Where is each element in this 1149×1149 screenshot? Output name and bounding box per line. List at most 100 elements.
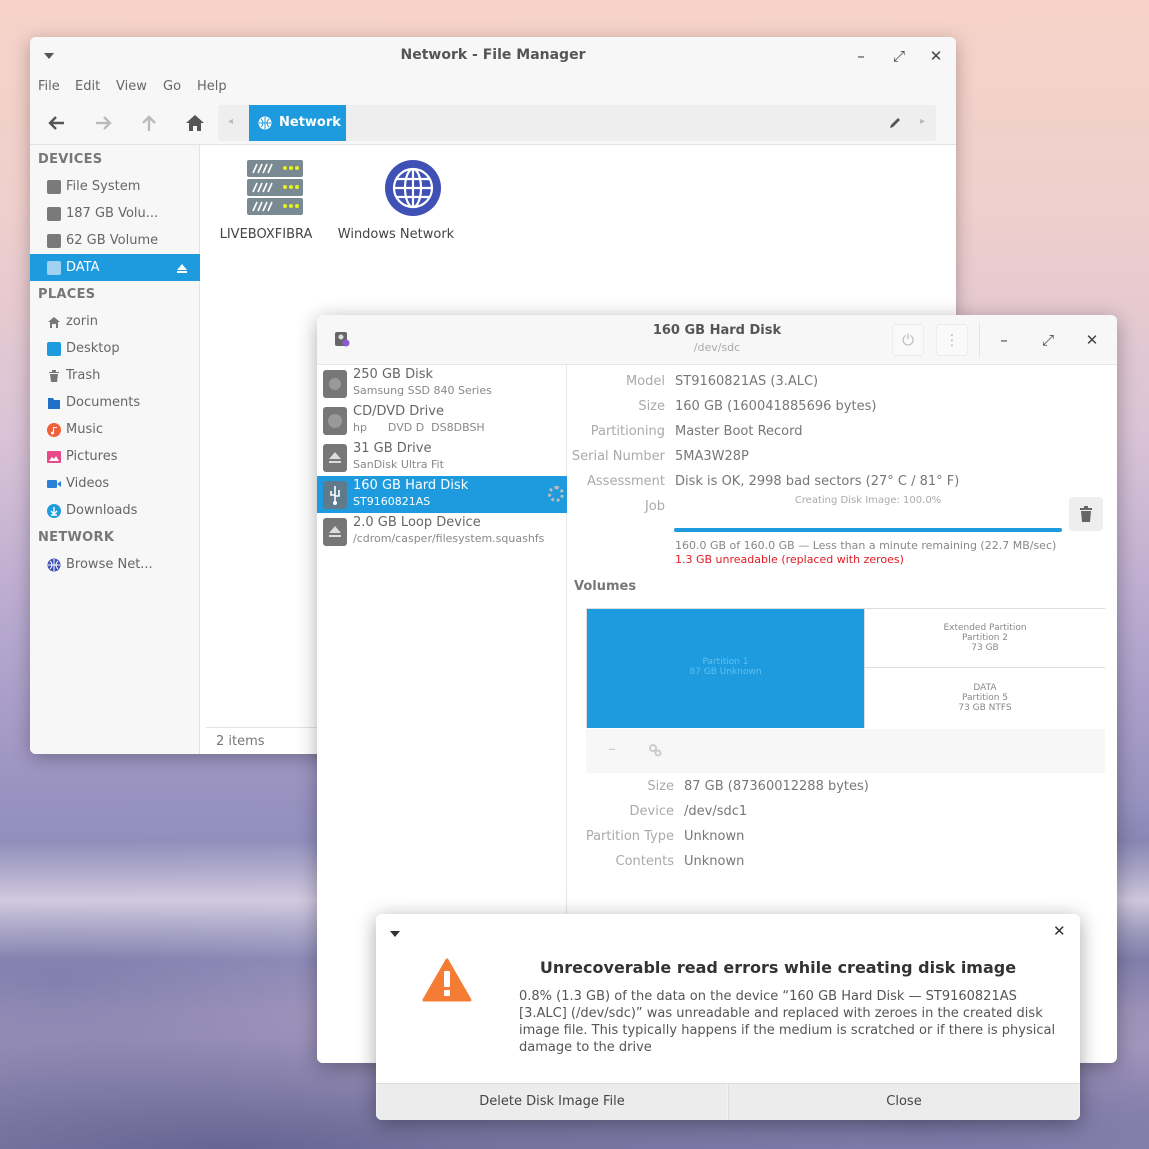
sidebar-heading-devices: DEVICES — [38, 152, 103, 167]
globe-icon — [258, 116, 272, 130]
sidebar-item-pictures[interactable]: Pictures — [30, 443, 200, 470]
delete-disk-image-button[interactable]: Delete Disk Image File — [377, 1084, 727, 1120]
back-arrow-icon[interactable] — [44, 110, 70, 136]
sidebar-item-zorin[interactable]: zorin — [30, 308, 200, 335]
sidebar-item-downloads[interactable]: Downloads — [30, 497, 200, 524]
job-status: 160.0 GB of 160.0 GB — Less than a minut… — [675, 539, 1057, 552]
gears-icon[interactable] — [648, 743, 662, 757]
dialog-message: 0.8% (1.3 GB) of the data on the device … — [519, 989, 1056, 1055]
forward-arrow-icon[interactable] — [90, 110, 116, 136]
volume-name: Partition 2 — [961, 633, 1009, 643]
sidebar-item-videos[interactable]: Videos — [30, 470, 200, 497]
volume-data-partition[interactable]: DATA Partition 5 73 GB NTFS — [864, 668, 1105, 728]
drive-row-cdrom[interactable]: CD/DVD Drive hp DVD D DS8DBSH — [317, 402, 567, 439]
sidebar-heading-places: PLACES — [38, 287, 96, 302]
serial-value: 5MA3W28P — [675, 449, 749, 464]
minimize-button[interactable]: – — [993, 329, 1015, 351]
drive-menu-button[interactable]: ⋮ — [936, 324, 968, 356]
delete-partition-button[interactable]: – — [608, 739, 616, 758]
drive-row-31gb[interactable]: 31 GB Drive SanDisk Ultra Fit — [317, 439, 567, 476]
drive-row-loop[interactable]: 2.0 GB Loop Device /cdrom/casper/filesys… — [317, 513, 567, 550]
serial-label: Serial Number — [571, 449, 665, 464]
drive-name: CD/DVD Drive — [353, 404, 444, 419]
up-arrow-icon[interactable] — [136, 110, 162, 136]
path-scroll-right-icon[interactable]: ▸ — [920, 116, 925, 127]
job-error: 1.3 GB unreadable (replaced with zeroes) — [675, 553, 904, 566]
sidebar-item-label: Browse Net... — [66, 557, 153, 572]
pencil-icon[interactable] — [888, 116, 902, 130]
drive-desc: Samsung SSD 840 Series — [353, 384, 492, 397]
partitioning-value: Master Boot Record — [675, 424, 803, 439]
cancel-job-button[interactable] — [1069, 497, 1103, 531]
file-item-liveboxfibra[interactable]: LIVEBOXFIBRA — [218, 159, 314, 242]
menu-go[interactable]: Go — [163, 79, 181, 94]
maximize-button[interactable]: ⤢ — [888, 45, 910, 67]
volume-extended-partition[interactable]: Extended Partition Partition 2 73 GB — [864, 609, 1105, 668]
dialog-button-row: Delete Disk Image File Close — [376, 1083, 1080, 1120]
sidebar-item-music[interactable]: Music — [30, 416, 200, 443]
close-button[interactable]: ✕ — [1081, 329, 1103, 351]
volume-ptype-label: Partition Type — [585, 829, 674, 844]
error-dialog: ✕ Unrecoverable read errors while creati… — [376, 914, 1080, 1120]
sidebar-item-label: Trash — [66, 368, 101, 383]
volume-size-value: 87 GB (87360012288 bytes) — [684, 779, 869, 794]
volume-contents-value: Unknown — [684, 854, 745, 869]
disks-titlebar[interactable]: 160 GB Hard Disk /dev/sdc ⏻ ⋮ – ⤢ ✕ — [317, 315, 1117, 365]
drive-name: 31 GB Drive — [353, 441, 432, 456]
file-item-windows-network[interactable]: Windows Network — [333, 159, 459, 242]
sidebar-item-file-system[interactable]: File System — [30, 173, 200, 200]
close-button[interactable]: ✕ — [925, 45, 947, 67]
volume-device-label: Device — [629, 804, 674, 819]
volume-partition-1[interactable]: Partition 1 87 GB Unknown — [587, 609, 864, 728]
model-value: ST9160821AS (3.ALC) — [675, 374, 819, 389]
optical-drive-icon — [323, 407, 347, 435]
file-item-label: LIVEBOXFIBRA — [219, 227, 313, 242]
fm-window-title: Network - File Manager — [400, 47, 586, 63]
sidebar-item-label: Desktop — [66, 341, 120, 356]
maximize-button[interactable]: ⤢ — [1037, 329, 1059, 351]
home-icon[interactable] — [182, 110, 208, 136]
volume-desc: 87 GB Unknown — [689, 667, 762, 677]
sidebar-item-browse-network[interactable]: Browse Net... — [30, 551, 200, 578]
sidebar-item-62gb[interactable]: 62 GB Volume — [30, 227, 200, 254]
drive-row-250gb[interactable]: 250 GB Disk Samsung SSD 840 Series — [317, 365, 567, 402]
minimize-button[interactable]: – — [850, 45, 872, 67]
sidebar-item-documents[interactable]: Documents — [30, 389, 200, 416]
drive-icon — [47, 234, 61, 248]
dialog-menu-icon[interactable] — [390, 931, 400, 937]
drive-desc: /cdrom/casper/filesystem.squashfs — [353, 532, 545, 545]
hard-disk-icon — [323, 370, 347, 398]
menu-view[interactable]: View — [116, 79, 147, 94]
path-scroll-left-icon[interactable]: ◂ — [228, 116, 233, 127]
menu-edit[interactable]: Edit — [75, 79, 100, 94]
sidebar-item-label: File System — [66, 179, 141, 194]
sidebar-item-data[interactable]: DATA — [30, 254, 200, 281]
sidebar-item-trash[interactable]: Trash — [30, 362, 200, 389]
drive-name: 250 GB Disk — [353, 367, 433, 382]
file-item-label: Windows Network — [337, 227, 455, 242]
drive-icon — [47, 207, 61, 221]
header-separator — [979, 323, 980, 357]
path-segment-network[interactable]: Network — [249, 105, 346, 141]
drive-desc: SanDisk Ultra Fit — [353, 458, 444, 471]
home-icon — [48, 317, 60, 328]
menu-help[interactable]: Help — [197, 79, 227, 94]
job-progress-bar — [674, 528, 1062, 532]
drive-row-160gb[interactable]: 160 GB Hard Disk ST9160821AS — [317, 476, 567, 513]
sidebar-item-187gb[interactable]: 187 GB Volu... — [30, 200, 200, 227]
volume-contents-label: Contents — [615, 854, 674, 869]
close-dialog-button[interactable]: Close — [729, 1084, 1079, 1120]
dialog-close-icon[interactable]: ✕ — [1053, 922, 1066, 940]
job-label: Job — [644, 499, 665, 514]
eject-icon[interactable] — [176, 262, 188, 274]
sidebar-item-label: DATA — [66, 260, 100, 275]
sidebar-item-label: Pictures — [66, 449, 118, 464]
sidebar-item-desktop[interactable]: Desktop — [30, 335, 200, 362]
disks-app-icon — [335, 332, 350, 347]
power-off-button[interactable]: ⏻ — [892, 324, 924, 356]
menu-file[interactable]: File — [38, 79, 60, 94]
globe-icon — [47, 558, 61, 572]
volume-ptype-value: Unknown — [684, 829, 745, 844]
fm-titlebar[interactable]: Network - File Manager – ⤢ ✕ — [30, 37, 956, 75]
loop-device-icon — [323, 518, 347, 546]
